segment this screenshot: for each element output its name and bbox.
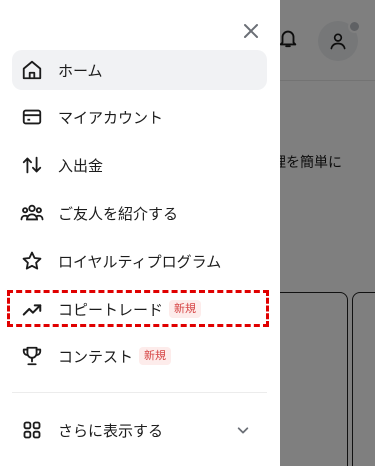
nav-item-deposit-withdraw[interactable]: 入出金 <box>12 145 267 185</box>
app-screen: 管理を簡単に ホーム <box>0 0 375 466</box>
show-more-label: さらに表示する <box>58 421 164 440</box>
new-badge: 新規 <box>139 347 172 365</box>
star-icon <box>20 249 44 273</box>
nav-item-label: マイアカウント <box>58 108 164 127</box>
nav-item-label: ご友人を紹介する <box>58 204 179 223</box>
nav-item-home[interactable]: ホーム <box>12 50 267 90</box>
nav-item-refer-friends[interactable]: ご友人を紹介する <box>12 193 267 233</box>
close-icon <box>243 23 259 43</box>
card-icon <box>20 105 44 129</box>
nav-item-loyalty-program[interactable]: ロイヤルティプログラム <box>12 241 267 281</box>
highlight-annotation <box>7 290 269 327</box>
users-icon <box>20 201 44 225</box>
nav-item-contest[interactable]: コンテスト 新規 <box>12 336 267 376</box>
nav-item-label: 入出金 <box>58 156 104 175</box>
chevron-down-icon <box>233 420 253 440</box>
home-icon <box>20 58 44 82</box>
nav-item-label: ホーム <box>58 61 103 80</box>
grid-icon <box>20 418 44 442</box>
nav-item-label: ロイヤルティプログラム <box>58 252 222 271</box>
divider <box>12 392 267 393</box>
nav-item-my-account[interactable]: マイアカウント <box>12 97 267 137</box>
navigation-drawer: ホーム マイアカウント 入出金 ご友人を紹介する ロイヤルティプログラム コピー… <box>0 0 280 466</box>
show-more-button[interactable]: さらに表示する <box>12 410 267 450</box>
nav-item-label: コンテスト <box>58 347 134 366</box>
transfer-arrows-icon <box>20 153 44 177</box>
trophy-icon <box>20 344 44 368</box>
close-button[interactable] <box>238 20 264 46</box>
